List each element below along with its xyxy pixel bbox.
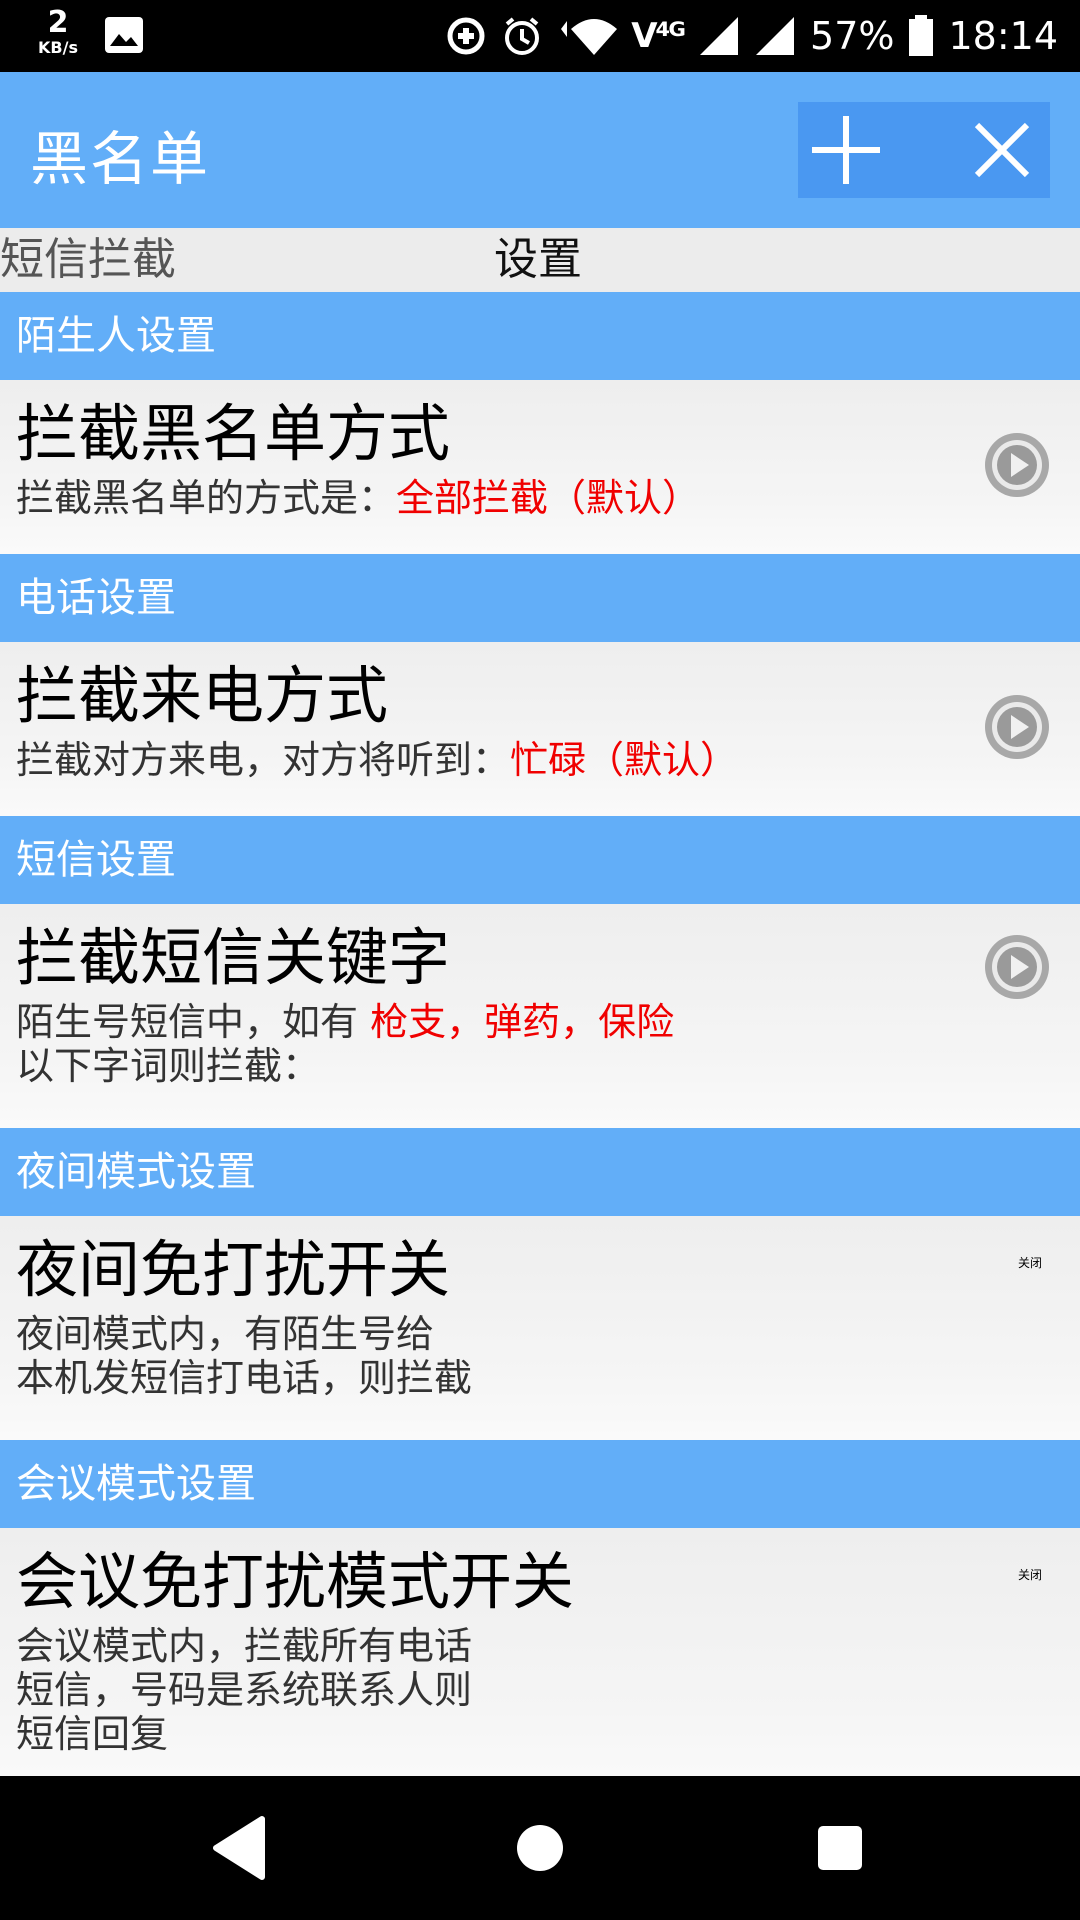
- alarm-icon: [505, 17, 540, 55]
- tab-settings[interactable]: 设置: [494, 234, 582, 286]
- app-bar-actions: [798, 102, 1050, 198]
- battery-icon: [909, 15, 934, 56]
- data-saver-icon: [447, 17, 485, 55]
- section-header-stranger: 陌生人设置: [0, 292, 1080, 380]
- app-bar: 黑名单: [0, 72, 1080, 228]
- setting-night-dnd[interactable]: 夜间免打扰开关 夜间模式内，有陌生号给 本机发短信打电话，则拦截 关闭: [0, 1216, 1080, 1440]
- setting-desc-line2: 以下字词则拦截：: [16, 1044, 321, 1088]
- back-icon: [213, 1816, 265, 1880]
- settings-list: 陌生人设置 拦截黑名单方式 拦截黑名单的方式是：全部拦截（默认） 电话设置 拦截…: [0, 292, 1080, 1776]
- setting-meeting-dnd[interactable]: 会议免打扰模式开关 会议模式内，拦截所有电话 短信，号码是系统联系人则 短信回复…: [0, 1528, 1080, 1776]
- home-button[interactable]: [470, 1776, 610, 1920]
- recents-button[interactable]: [770, 1776, 910, 1920]
- play-arrow-icon[interactable]: [982, 430, 1052, 500]
- setting-value: 枪支，弹药，保险: [370, 1000, 675, 1044]
- recents-icon: [818, 1826, 862, 1870]
- section-header-call: 电话设置: [0, 554, 1080, 642]
- wifi-icon: [561, 19, 618, 55]
- toggle-off-label[interactable]: 关闭: [1018, 1254, 1042, 1271]
- toggle-off-label[interactable]: 关闭: [1018, 1566, 1042, 1583]
- setting-desc-line3: 短信回复: [16, 1712, 169, 1756]
- image-notification-icon: [105, 17, 143, 53]
- section-header-meeting: 会议模式设置: [0, 1440, 1080, 1528]
- clock: 18:14: [948, 14, 1058, 58]
- section-header-sms: 短信设置: [0, 816, 1080, 904]
- section-header-night: 夜间模式设置: [0, 1128, 1080, 1216]
- page-title: 黑名单: [30, 125, 211, 193]
- setting-desc-line2: 本机发短信打电话，则拦截: [16, 1356, 473, 1400]
- close-button[interactable]: [954, 102, 1050, 198]
- setting-block-mode[interactable]: 拦截黑名单方式 拦截黑名单的方式是：全部拦截（默认）: [0, 380, 1080, 554]
- setting-sms-keywords[interactable]: 拦截短信关键字 陌生号短信中，如有 枪支，弹药，保险 以下字词则拦截：: [0, 904, 1080, 1128]
- setting-desc-label: 拦截对方来电，对方将听到：: [16, 738, 511, 782]
- setting-title: 拦截短信关键字: [16, 921, 451, 994]
- back-button[interactable]: [170, 1776, 310, 1920]
- home-icon: [517, 1825, 563, 1871]
- close-icon: [974, 122, 1030, 178]
- play-arrow-icon[interactable]: [982, 932, 1052, 1002]
- setting-value: 忙碌（默认）: [510, 738, 739, 782]
- tab-bar: 短信拦截 设置: [0, 228, 1080, 292]
- setting-title: 拦截黑名单方式: [16, 397, 451, 470]
- setting-call-block-mode[interactable]: 拦截来电方式 拦截对方来电，对方将听到：忙碌（默认）: [0, 642, 1080, 816]
- tab-sms-block[interactable]: 短信拦截: [0, 234, 176, 286]
- plus-icon: [812, 116, 880, 184]
- network-speed-value: 2: [47, 5, 69, 40]
- network-speed: 2 KB/s: [28, 8, 88, 56]
- setting-desc-line1: 夜间模式内，有陌生号给: [16, 1312, 435, 1356]
- setting-title: 会议免打扰模式开关: [16, 1545, 575, 1618]
- navigation-bar: [0, 1776, 1080, 1920]
- play-arrow-icon[interactable]: [982, 692, 1052, 762]
- volte-label: V⁴ᴳ: [631, 16, 686, 56]
- network-speed-unit: KB/s: [38, 38, 78, 57]
- setting-desc-line1: 陌生号短信中，如有 枪支，弹药，保险: [16, 1000, 674, 1044]
- status-bar: 2 KB/s V⁴ᴳ 57% 18:14: [0, 0, 1080, 72]
- add-button[interactable]: [798, 102, 894, 198]
- setting-title: 夜间免打扰开关: [16, 1233, 451, 1306]
- setting-desc-line1: 会议模式内，拦截所有电话: [16, 1624, 473, 1668]
- setting-desc: 拦截黑名单的方式是：全部拦截（默认）: [16, 476, 700, 520]
- setting-desc: 拦截对方来电，对方将听到：忙碌（默认）: [16, 738, 738, 782]
- setting-title: 拦截来电方式: [16, 659, 389, 732]
- setting-desc-label: 拦截黑名单的方式是：: [16, 476, 397, 520]
- battery-percent: 57%: [810, 14, 895, 58]
- setting-desc-label: 陌生号短信中，如有: [16, 1000, 359, 1044]
- setting-desc-line2: 短信，号码是系统联系人则: [16, 1668, 473, 1712]
- signal-2-icon: [756, 17, 795, 55]
- setting-value: 全部拦截（默认）: [396, 476, 701, 520]
- signal-1-icon: [700, 17, 739, 55]
